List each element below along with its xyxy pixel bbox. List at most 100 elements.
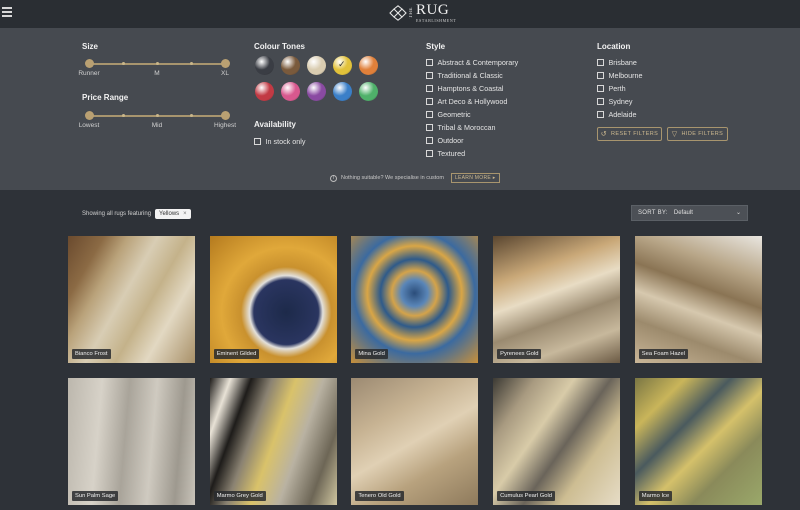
- filter-chip-yellows[interactable]: Yellows ×: [155, 209, 191, 219]
- product-card[interactable]: Bianco Frost: [68, 236, 195, 363]
- sort-dropdown[interactable]: SORT BY: Default ⌄: [631, 205, 748, 221]
- top-bar: THE RUG ESTABLISHMENT: [0, 0, 800, 28]
- product-image[interactable]: [351, 378, 479, 505]
- checkbox-box[interactable]: [597, 111, 604, 118]
- reset-filters-label: RESET FILTERS: [611, 131, 659, 137]
- price-slider-min-handle[interactable]: [84, 111, 94, 120]
- price-slider-max-handle[interactable]: [220, 111, 230, 120]
- product-image[interactable]: [209, 378, 337, 505]
- swatch-pink[interactable]: [281, 82, 300, 101]
- size-slider[interactable]: Runner M XL: [78, 58, 230, 78]
- reset-filters-button[interactable]: ↺ RESET FILTERS: [597, 127, 662, 141]
- product-image[interactable]: [634, 236, 762, 363]
- price-label-lowest: Lowest: [78, 122, 100, 129]
- checkbox-location-4[interactable]: Adelaide: [597, 110, 636, 119]
- checkbox-label: Adelaide: [608, 110, 637, 119]
- product-image[interactable]: [493, 378, 621, 505]
- checkbox-box[interactable]: [426, 124, 433, 131]
- checkbox-box[interactable]: [426, 59, 433, 66]
- checkbox-box[interactable]: [597, 98, 604, 105]
- checkbox-box[interactable]: [597, 72, 604, 79]
- results-summary: Showing all rugs featuring Yellows ×: [82, 209, 191, 219]
- showing-text: Showing all rugs featuring: [82, 211, 152, 217]
- swatch-yellow[interactable]: ✓: [333, 56, 352, 75]
- swatch-orange[interactable]: [359, 56, 378, 75]
- size-slider-tick: [121, 62, 125, 65]
- product-card[interactable]: Marmo Ice: [634, 378, 762, 505]
- checkbox-label: Abstract & Contemporary: [437, 58, 519, 67]
- check-icon: ✓: [338, 59, 346, 69]
- product-name: Tenero Old Gold: [355, 491, 404, 501]
- price-slider-tick: [155, 114, 159, 117]
- price-slider[interactable]: Lowest Mid Highest: [79, 110, 236, 130]
- product-card[interactable]: Eminent Gilded: [209, 236, 337, 363]
- size-slider-tick: [189, 62, 193, 65]
- checkbox-box[interactable]: [426, 85, 433, 92]
- product-image[interactable]: [68, 236, 195, 363]
- product-image[interactable]: [68, 378, 195, 505]
- product-name: Sea Foam Hazel: [638, 349, 688, 359]
- checkbox-box[interactable]: [426, 137, 433, 144]
- product-card[interactable]: Sea Foam Hazel: [634, 236, 762, 363]
- product-card[interactable]: Tenero Old Gold: [351, 378, 479, 505]
- checkbox-style-1[interactable]: Traditional & Classic: [426, 71, 503, 80]
- checkbox-box[interactable]: [254, 138, 261, 145]
- swatch-blue[interactable]: [333, 82, 352, 101]
- checkbox-label: Textured: [437, 149, 466, 158]
- size-slider-min-handle[interactable]: [84, 59, 94, 68]
- hide-filters-button[interactable]: ▽ HIDE FILTERS: [667, 127, 728, 141]
- colour-tones-title: Colour Tones: [254, 42, 305, 51]
- product-card[interactable]: Mina Gold: [351, 236, 479, 363]
- checkbox-box[interactable]: [597, 59, 604, 66]
- checkbox-label: Perth: [608, 84, 626, 93]
- learn-more-button[interactable]: LEARN MORE ▸: [450, 173, 500, 183]
- product-name: Mina Gold: [355, 349, 388, 359]
- checkbox-style-2[interactable]: Hamptons & Coastal: [426, 84, 503, 93]
- product-image[interactable]: [493, 236, 621, 363]
- checkbox-label: Hamptons & Coastal: [437, 84, 504, 93]
- product-card[interactable]: Marmo Grey Gold: [209, 378, 337, 505]
- product-card[interactable]: Cumulus Pearl Gold: [493, 378, 621, 505]
- checkbox-box[interactable]: [426, 150, 433, 157]
- checkbox-style-0[interactable]: Abstract & Contemporary: [426, 58, 518, 67]
- hide-filters-label: HIDE FILTERS: [681, 131, 724, 137]
- checkbox-label: Melbourne: [608, 71, 643, 80]
- close-icon[interactable]: ×: [183, 211, 187, 217]
- swatch-red[interactable]: [255, 82, 274, 101]
- checkbox-style-6[interactable]: Outdoor: [426, 136, 463, 145]
- chip-label: Yellows: [159, 211, 180, 217]
- size-slider-max-handle[interactable]: [220, 59, 230, 68]
- swatch-brown[interactable]: [281, 56, 300, 75]
- product-name: Cumulus Pearl Gold: [497, 491, 555, 501]
- product-image[interactable]: [634, 378, 762, 505]
- checkbox-in-stock[interactable]: In stock only: [254, 137, 305, 146]
- checkbox-style-5[interactable]: Tribal & Moroccan: [426, 123, 496, 132]
- checkbox-style-7[interactable]: Textured: [426, 149, 465, 158]
- checkbox-location-1[interactable]: Melbourne: [597, 71, 642, 80]
- product-card[interactable]: Pyrenees Gold: [493, 236, 621, 363]
- checkbox-box[interactable]: [426, 72, 433, 79]
- checkbox-box[interactable]: [426, 98, 433, 105]
- size-title: Size: [82, 42, 99, 51]
- swatch-green[interactable]: [359, 82, 378, 101]
- checkbox-box[interactable]: [426, 111, 433, 118]
- logo[interactable]: THE RUG ESTABLISHMENT: [389, 2, 456, 24]
- price-title: Price Range: [82, 93, 129, 102]
- checkbox-box[interactable]: [597, 85, 604, 92]
- checkbox-style-4[interactable]: Geometric: [426, 110, 471, 119]
- price-slider-tick: [189, 114, 193, 117]
- checkbox-location-0[interactable]: Brisbane: [597, 58, 637, 67]
- checkbox-style-3[interactable]: Art Deco & Hollywood: [426, 97, 507, 106]
- swatch-charcoal[interactable]: [255, 56, 274, 75]
- menu-icon[interactable]: [2, 7, 12, 17]
- style-title: Style: [426, 42, 446, 51]
- checkbox-location-3[interactable]: Sydney: [597, 97, 632, 106]
- product-card[interactable]: Sun Palm Sage: [68, 378, 195, 505]
- swatch-purple[interactable]: [307, 82, 326, 101]
- product-image[interactable]: [209, 236, 337, 363]
- checkbox-location-2[interactable]: Perth: [597, 84, 626, 93]
- product-image[interactable]: [351, 236, 479, 363]
- checkbox-label: Brisbane: [608, 58, 637, 67]
- swatch-cream[interactable]: [307, 56, 326, 75]
- filter-funnel-icon: ▽: [671, 131, 678, 138]
